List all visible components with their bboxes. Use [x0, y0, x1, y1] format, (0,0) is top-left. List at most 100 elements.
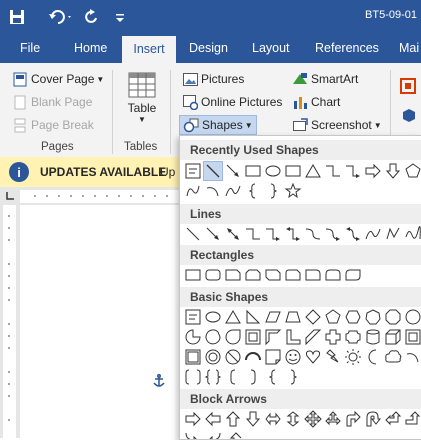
up-down-arrow-shape[interactable] [284, 410, 302, 428]
blank-page-button[interactable]: Blank Page [12, 94, 92, 110]
rectangle-shape[interactable] [244, 162, 262, 180]
triangle-shape[interactable] [224, 308, 242, 326]
arrow-line-shape[interactable] [224, 162, 242, 180]
smartart-button[interactable]: SmartArt [292, 71, 358, 87]
smiley-face-shape[interactable] [284, 348, 302, 366]
right-bracket-shape[interactable] [244, 368, 262, 386]
teardrop-shape[interactable] [224, 328, 242, 346]
heart-shape[interactable] [304, 348, 322, 366]
vertical-ruler[interactable] [3, 205, 16, 438]
cube-shape[interactable] [384, 328, 402, 346]
oval-shape[interactable] [204, 308, 222, 326]
cross-shape[interactable] [324, 328, 342, 346]
double-arrow-line-shape[interactable] [224, 225, 242, 243]
hexagon-shape[interactable] [344, 308, 362, 326]
save-icon[interactable] [6, 6, 28, 28]
round-same-side-rectangle-shape[interactable] [324, 266, 342, 284]
left-brace-shape[interactable] [244, 182, 262, 200]
rectangle-shape[interactable] [184, 266, 202, 284]
left-brace-shape[interactable] [264, 368, 282, 386]
curved-double-arrow-shape[interactable] [344, 225, 362, 243]
redo-icon[interactable] [80, 6, 104, 28]
screenshot-button[interactable]: Screenshot ▼ [292, 117, 382, 133]
pictures-button[interactable]: Pictures [182, 71, 244, 87]
undo-icon[interactable] [46, 6, 76, 28]
quad-arrow-shape[interactable] [304, 410, 322, 428]
arrow-line-shape[interactable] [204, 225, 222, 243]
tab-file[interactable]: File [20, 34, 40, 63]
round-corner-rectangle-shape[interactable] [304, 266, 322, 284]
curve-shape[interactable] [364, 225, 382, 243]
tab-home[interactable]: Home [74, 34, 107, 63]
freeform-shape[interactable] [184, 182, 202, 200]
rounded-rectangle-shape[interactable] [204, 266, 222, 284]
shapes-button[interactable]: Shapes ▼ [179, 115, 257, 135]
scribble-shape[interactable] [404, 225, 421, 243]
decagon-shape[interactable] [404, 308, 421, 326]
bevel-square-shape[interactable] [184, 348, 202, 366]
store-icon[interactable] [400, 78, 416, 94]
down-arrow-shape[interactable] [384, 162, 402, 180]
arc-shape[interactable] [404, 348, 421, 366]
round-diagonal-rectangle-shape[interactable] [344, 266, 362, 284]
l-shape[interactable] [284, 328, 302, 346]
curved-up-arrow-shape[interactable] [224, 430, 242, 440]
page-break-button[interactable]: Page Break [12, 117, 94, 133]
folded-corner-shape[interactable] [264, 348, 282, 366]
snip-corner-rectangle-shape[interactable] [224, 266, 242, 284]
snip-round-rectangle-shape[interactable] [284, 266, 302, 284]
curve-shape[interactable] [224, 182, 242, 200]
octagon-shape[interactable] [384, 308, 402, 326]
sun-shape[interactable] [344, 348, 362, 366]
donut-shape[interactable] [204, 348, 222, 366]
right-triangle-shape[interactable] [244, 308, 262, 326]
document-page[interactable] [20, 205, 190, 438]
textbox-shape[interactable] [184, 162, 202, 180]
left-up-arrow-shape[interactable] [384, 410, 402, 428]
cloud-shape[interactable] [384, 348, 402, 366]
cover-page-button[interactable]: Cover Page ▼ [12, 71, 104, 87]
line-shape-selected[interactable] [203, 161, 223, 181]
elbow-connector-shape[interactable] [244, 225, 262, 243]
star-shape[interactable] [284, 182, 302, 200]
line-shape[interactable] [184, 225, 202, 243]
bevel-shape[interactable] [404, 328, 421, 346]
chord-shape[interactable] [204, 328, 222, 346]
left-bracket-shape[interactable] [224, 368, 242, 386]
snip-same-side-rectangle-shape[interactable] [244, 266, 262, 284]
freeform-shape[interactable] [384, 225, 402, 243]
u-turn-arrow-shape[interactable] [364, 410, 382, 428]
snip-diagonal-rectangle-shape[interactable] [264, 266, 282, 284]
customize-icon[interactable] [112, 6, 128, 28]
trapezoid-shape[interactable] [284, 308, 302, 326]
right-arrow-shape[interactable] [364, 162, 382, 180]
half-frame-shape[interactable] [264, 328, 282, 346]
moon-shape[interactable] [364, 348, 382, 366]
up-arrow-shape[interactable] [224, 410, 242, 428]
curved-connector-shape[interactable] [304, 225, 322, 243]
tab-design[interactable]: Design [189, 34, 228, 63]
online-pictures-button[interactable]: Online Pictures [182, 94, 282, 110]
lightning-bolt-shape[interactable] [324, 348, 342, 366]
right-brace-shape[interactable] [284, 368, 302, 386]
elbow-arrow-shape[interactable] [344, 162, 362, 180]
block-arc-shape[interactable] [244, 348, 262, 366]
curved-right-arrow-shape[interactable] [184, 430, 202, 440]
pie-shape[interactable] [184, 328, 202, 346]
addins-icon[interactable] [402, 108, 416, 122]
frame-shape[interactable] [244, 328, 262, 346]
bent-arrow-shape[interactable] [344, 410, 362, 428]
elbow-connector-shape[interactable] [324, 162, 342, 180]
chart-button[interactable]: Chart [292, 94, 340, 110]
pentagon-shape[interactable] [324, 308, 342, 326]
down-arrow-shape[interactable] [244, 410, 262, 428]
left-arrow-shape[interactable] [204, 410, 222, 428]
double-brace-shape[interactable] [204, 368, 222, 386]
tab-layout[interactable]: Layout [252, 34, 290, 63]
left-right-up-arrow-shape[interactable] [324, 410, 342, 428]
elbow-arrow-shape[interactable] [264, 225, 282, 243]
plaque-shape[interactable] [344, 328, 362, 346]
no-symbol-shape[interactable] [224, 348, 242, 366]
pentagon-shape[interactable] [404, 162, 421, 180]
curved-arrow-shape[interactable] [324, 225, 342, 243]
